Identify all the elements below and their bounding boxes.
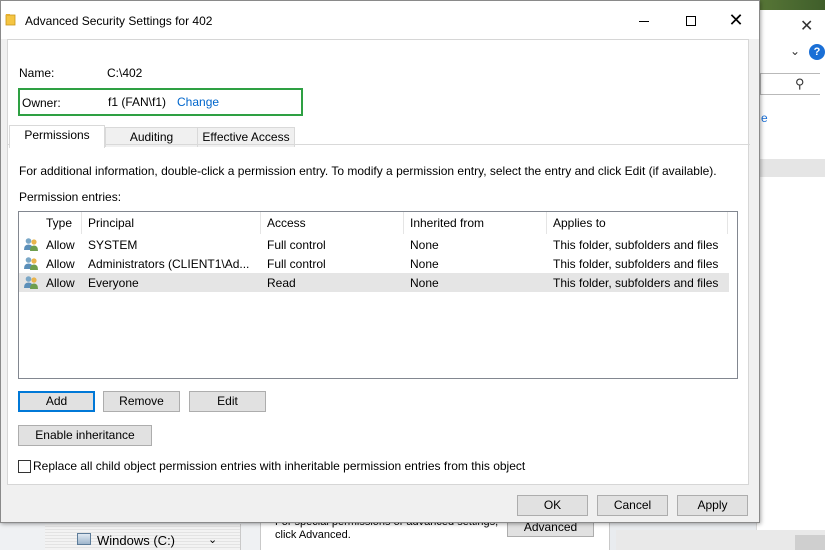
background-chevron-down-icon[interactable]: ⌄ <box>790 44 800 58</box>
minimize-button[interactable] <box>621 1 667 39</box>
change-owner-link[interactable]: Change <box>177 95 219 109</box>
maximize-icon <box>686 16 696 27</box>
permission-entries-list[interactable]: Type Principal Access Inherited from App… <box>18 211 738 379</box>
owner-highlight-box: Owner: f1 (FAN\f1) Change <box>18 88 303 116</box>
column-header-type[interactable]: Type <box>46 216 72 230</box>
background-drive-label[interactable]: Windows (C:) <box>97 533 175 548</box>
column-header-inherited-from[interactable]: Inherited from <box>410 216 484 230</box>
minimize-icon <box>639 20 649 22</box>
column-header-access[interactable]: Access <box>267 216 306 230</box>
cell-principal: Everyone <box>88 276 139 290</box>
background-divider <box>240 524 241 550</box>
permission-row-selected[interactable]: Allow Everyone Read None This folder, su… <box>19 273 729 292</box>
cell-applies-to: This folder, subfolders and files <box>553 276 719 290</box>
cell-inherited-from: None <box>410 257 439 271</box>
cell-applies-to: This folder, subfolders and files <box>553 257 719 271</box>
users-icon <box>24 257 38 270</box>
background-help-icon[interactable]: ? <box>809 44 825 60</box>
background-partial-text: e <box>761 111 768 125</box>
name-label: Name: <box>19 66 55 80</box>
cell-type: Allow <box>46 276 75 290</box>
remove-button[interactable]: Remove <box>103 391 180 412</box>
column-separator[interactable] <box>403 212 404 234</box>
cell-access: Full control <box>267 257 326 271</box>
enable-inheritance-button[interactable]: Enable inheritance <box>18 425 152 446</box>
cell-principal: SYSTEM <box>88 238 138 252</box>
edit-button[interactable]: Edit <box>189 391 266 412</box>
dialog-title: Advanced Security Settings for 402 <box>25 14 213 28</box>
column-separator[interactable] <box>260 212 261 234</box>
cell-access: Read <box>267 276 296 290</box>
title-bar[interactable]: Advanced Security Settings for 402 ✕ <box>1 1 759 39</box>
info-text: For additional information, double-click… <box>19 164 717 178</box>
owner-label: Owner: <box>22 96 61 110</box>
background-resize-grip[interactable] <box>795 535 825 550</box>
list-header: Type Principal Access Inherited from App… <box>19 212 737 234</box>
users-icon <box>24 276 38 289</box>
tab-divider <box>8 144 750 145</box>
add-button[interactable]: Add <box>18 391 95 412</box>
permission-entries-label: Permission entries: <box>19 190 122 204</box>
column-header-principal[interactable]: Principal <box>88 216 134 230</box>
close-icon: ✕ <box>728 10 744 30</box>
dialog-content: Name: C:\402 Owner: f1 (FAN\f1) Change P… <box>7 39 750 485</box>
ok-button[interactable]: OK <box>517 495 588 516</box>
cancel-button[interactable]: Cancel <box>597 495 668 516</box>
owner-value: f1 (FAN\f1) <box>108 95 167 109</box>
permission-row[interactable]: Allow SYSTEM Full control None This fold… <box>19 235 729 254</box>
drive-icon <box>77 533 91 545</box>
apply-button[interactable]: Apply <box>677 495 748 516</box>
maximize-button[interactable] <box>668 1 714 39</box>
background-selected-row <box>757 159 825 177</box>
permission-row[interactable]: Allow Administrators (CLIENT1\Ad... Full… <box>19 254 729 273</box>
background-drive-chevron-icon[interactable]: ⌄ <box>208 533 217 546</box>
cell-type: Allow <box>46 257 75 271</box>
background-close-icon[interactable]: ✕ <box>800 16 813 36</box>
users-icon <box>24 238 38 251</box>
close-button[interactable]: ✕ <box>713 1 759 39</box>
folder-icon <box>5 14 16 26</box>
replace-child-permissions-checkbox[interactable] <box>18 460 31 473</box>
tab-permissions[interactable]: Permissions <box>9 125 105 148</box>
background-search-icon: ⚲ <box>795 76 805 91</box>
cell-inherited-from: None <box>410 238 439 252</box>
cell-type: Allow <box>46 238 75 252</box>
column-separator[interactable] <box>727 212 728 234</box>
cell-access: Full control <box>267 238 326 252</box>
background-statusbar <box>616 530 825 550</box>
column-header-applies-to[interactable]: Applies to <box>553 216 606 230</box>
replace-child-permissions-label[interactable]: Replace all child object permission entr… <box>33 459 525 473</box>
cell-inherited-from: None <box>410 276 439 290</box>
column-separator[interactable] <box>546 212 547 234</box>
name-value: C:\402 <box>107 66 143 80</box>
background-search-input[interactable] <box>760 73 820 95</box>
column-separator[interactable] <box>81 212 82 234</box>
advanced-security-dialog: Advanced Security Settings for 402 ✕ Nam… <box>0 0 760 523</box>
cell-applies-to: This folder, subfolders and files <box>553 238 719 252</box>
cell-principal: Administrators (CLIENT1\Ad... <box>88 257 250 271</box>
